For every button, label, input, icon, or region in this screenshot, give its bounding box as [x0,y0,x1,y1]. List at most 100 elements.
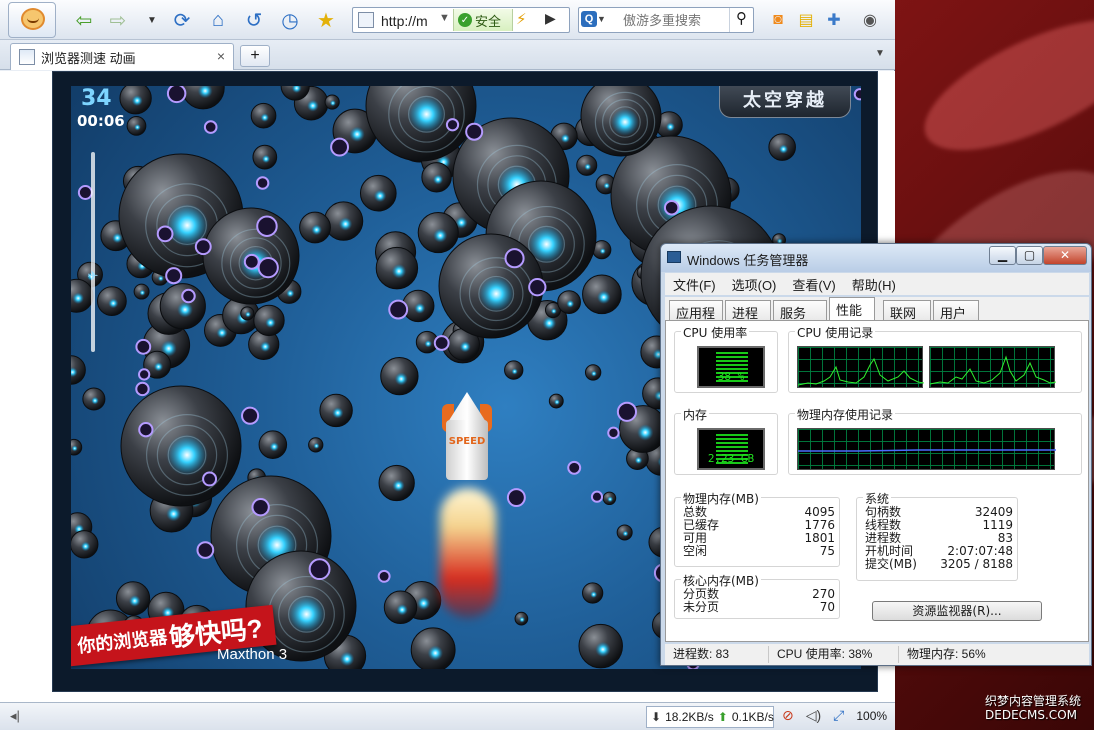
address-bar[interactable]: http://m ▼ ✓ 安全 ⚡ ▶ [352,7,570,33]
clock-icon[interactable]: ◷ [276,6,304,34]
close-button[interactable]: ✕ [1043,246,1087,265]
home-icon[interactable]: ⌂ [204,6,232,34]
tab-close-icon[interactable]: × [217,48,225,64]
system-list: 句柄数 32409 线程数 1119 进程数 83 开机时间 2:07:07:48 提交(MB)… [865,506,1013,571]
zoom-level[interactable]: 100% [856,709,887,723]
menu-item[interactable]: 查看(V) [792,275,835,294]
game-score: 34 [81,86,112,111]
tab-5[interactable]: 用户 [933,300,979,321]
asteroid [359,174,397,212]
volume-icon[interactable]: ◁) [806,707,821,724]
asteroid [514,611,529,626]
tab-3[interactable]: 性能 [829,297,875,322]
tab-list-chevron-icon[interactable]: ▼ [875,48,885,59]
browser-statusbar: ◂| ⬇ 18.2KB/s ⬆ 0.1KB/s ⊘ ◁) ⤢ 100% [0,702,895,730]
favorites-star-icon[interactable]: ★ [312,6,340,34]
back-icon[interactable]: ⇦ [70,6,98,34]
asteroid [616,524,633,541]
search-input[interactable] [623,13,725,28]
screenshot-icon[interactable]: ◉ [856,6,884,34]
task-manager-window: Windows 任务管理器 ▁ ▢ ✕ 文件(F) 选项(O) 查看(V) 帮助(H)… [660,243,1092,666]
tab-1[interactable]: 进程 [725,300,771,321]
space-mine [241,406,260,425]
space-mine [257,257,279,279]
asteroid [410,627,456,669]
game-title: 太空穿越 [719,86,851,118]
security-badge[interactable]: ✓ 安全 [453,9,513,31]
maximize-button[interactable]: ▢ [1016,246,1043,265]
watermark-line-1: 织梦内容管理系统 [985,694,1082,708]
system-group: 系统 句柄数 32409 线程数 1119 进程数 83 开机时间 2:07:07:48 提交(… [856,490,1018,581]
space-mine [135,338,152,355]
asteroid [319,393,353,428]
tab-4[interactable]: 联网 [883,300,931,321]
game-timer: 00:06 [77,112,125,130]
address-url[interactable]: http://m [381,13,428,29]
status-processes: 进程数: 83 [665,646,769,663]
memory-history-line [798,449,1056,452]
undo-close-icon[interactable]: ↺ [240,6,268,34]
speed-mode-icon[interactable]: ⚡ [516,10,527,28]
stat-row: 空闲 75 [683,545,835,558]
performance-panel: CPU 使用率 38 % CPU 使用记录 内存 2.23 GB 物理内存使用记… [665,320,1089,642]
download-speed: 18.2KB/s [665,710,714,724]
cpu-history-line-1 [798,357,924,386]
asteroid [258,430,288,459]
notes-icon[interactable]: ▤ [792,6,820,34]
stat-row: 提交(MB) 3205 / 8188 [865,558,1013,571]
space-mine [138,368,151,381]
kernel-memory-list: 分页数 270 未分页 70 [683,588,835,614]
upload-arrow-icon: ⬆ [717,710,728,724]
space-mine [567,460,582,475]
tab-favicon-icon [19,49,35,65]
search-engine-selector[interactable]: Q ▼ [581,11,611,29]
rss-icon[interactable]: ◙ [764,6,792,34]
menu-item[interactable]: 帮助(H) [852,275,896,294]
history-dropdown-icon[interactable]: ▼ [138,6,166,34]
task-manager-tabs: 应用程序进程服务性能联网用户 [665,297,1089,340]
progress-plane-icon: ✈ [87,268,99,283]
status-cpu: CPU 使用率: 38% [769,646,899,663]
memory-group: 内存 2.23 GB [674,406,778,475]
forward-icon[interactable]: ⇨ [104,6,132,34]
asteroid [504,360,524,380]
search-icon[interactable]: ⚲ [729,8,753,32]
stat-key: 未分页 [683,600,720,614]
network-speed[interactable]: ⬇ 18.2KB/s ⬆ 0.1KB/s [646,706,774,728]
cpu-history-line-2 [930,355,1056,385]
space-mine [663,200,680,216]
block-popup-icon[interactable]: ⊘ [782,707,794,724]
task-manager-icon [667,251,681,263]
space-mine [590,490,604,503]
asteroid [378,464,415,502]
plugins-icon[interactable]: ✚ [820,6,848,34]
menu-item[interactable]: 选项(O) [732,275,777,294]
space-mine [251,498,270,517]
watermark: 织梦内容管理系统 DEDECMS.COM [985,694,1081,722]
space-mine [138,422,154,438]
sidebar-toggle-icon[interactable]: ◂| [10,708,20,724]
resource-monitor-button[interactable]: 资源监视器(R)... [872,601,1042,621]
asteroid [324,94,340,110]
tab-active[interactable]: 浏览器测速 动画 × [10,43,234,70]
zoom-icon[interactable]: ⤢ [833,707,844,724]
maxthon-menu-button[interactable] [8,2,56,38]
asteroid [253,304,285,337]
task-manager-titlebar[interactable]: Windows 任务管理器 ▁ ▢ ✕ [661,244,1091,272]
address-dropdown-icon[interactable]: ▼ [439,12,450,24]
go-icon[interactable]: ▶ [545,10,556,27]
asteroid [159,283,206,330]
space-mine [77,185,93,200]
watermark-line-2: DEDECMS.COM [985,708,1077,722]
minimize-button[interactable]: ▁ [989,246,1016,265]
space-mine [330,137,349,157]
asteroid [71,355,86,385]
stat-key: 空闲 [683,544,708,558]
space-mine [202,471,218,487]
new-tab-button[interactable]: + [240,45,270,67]
tab-0[interactable]: 应用程序 [669,300,723,340]
menu-item[interactable]: 文件(F) [673,275,716,294]
refresh-icon[interactable]: ⟳ [168,6,196,34]
asteroid [576,154,598,176]
tab-2[interactable]: 服务 [773,300,827,321]
